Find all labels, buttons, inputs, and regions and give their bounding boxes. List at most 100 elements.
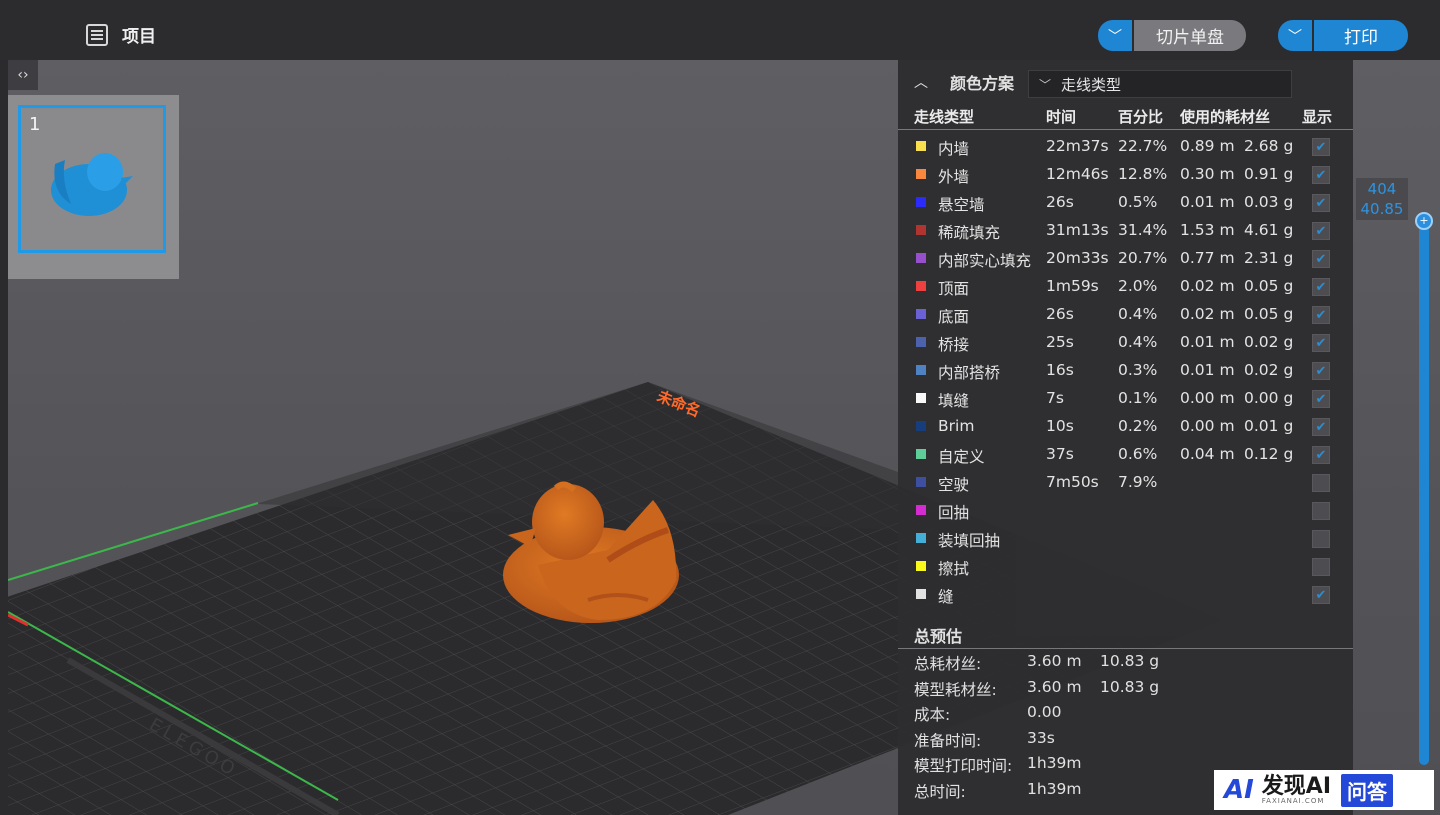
line-type-name: Brim bbox=[938, 417, 975, 435]
summary-row: 成本: 0.00 bbox=[914, 703, 1344, 728]
display-checkbox[interactable]: ✔ bbox=[1312, 418, 1330, 436]
line-type-time: 20m33s bbox=[1046, 249, 1109, 267]
legend-row: 自定义 37s 0.6% 0.04 m 0.12 g ✔ bbox=[898, 440, 1353, 468]
display-checkbox[interactable] bbox=[1312, 558, 1330, 576]
display-checkbox[interactable]: ✔ bbox=[1312, 362, 1330, 380]
summary-label: 准备时间: bbox=[914, 731, 982, 750]
line-type-time: 26s bbox=[1046, 193, 1074, 211]
color-swatch bbox=[916, 309, 926, 319]
collapse-sidebar-button[interactable]: ‹› bbox=[8, 60, 38, 90]
filament-weight: 0.02 g bbox=[1244, 361, 1294, 379]
line-type-time: 22m37s bbox=[1046, 137, 1109, 155]
chevron-up-icon[interactable]: ︿ bbox=[914, 72, 936, 92]
line-type-name: 空驶 bbox=[938, 476, 970, 494]
legend-row: 空驶 7m50s 7.9% bbox=[898, 468, 1353, 496]
line-type-time: 37s bbox=[1046, 445, 1074, 463]
check-icon: ✔ bbox=[1315, 279, 1327, 295]
summary-value-1: 1h39m bbox=[1027, 779, 1082, 798]
chevron-left-right-icon: ‹› bbox=[17, 67, 29, 83]
filament-weight: 0.05 g bbox=[1244, 305, 1294, 323]
summary-label: 模型打印时间: bbox=[914, 757, 1013, 775]
filament-weight: 4.61 g bbox=[1244, 221, 1294, 239]
watermark-subtitle: FAXIANAI.COM bbox=[1261, 796, 1325, 805]
plate-thumbnail-panel: 1 bbox=[8, 95, 179, 279]
display-checkbox[interactable]: ✔ bbox=[1312, 166, 1330, 184]
display-checkbox[interactable]: ✔ bbox=[1312, 222, 1330, 240]
display-checkbox[interactable]: ✔ bbox=[1312, 306, 1330, 324]
display-checkbox[interactable]: ✔ bbox=[1312, 390, 1330, 408]
color-swatch bbox=[916, 253, 926, 263]
summary-row: 总耗材丝: 3.60 m 10.83 g bbox=[914, 652, 1344, 677]
filament-length: 0.01 m bbox=[1180, 333, 1235, 351]
summary-title: 总预估 bbox=[914, 627, 963, 646]
filament-length: 0.01 m bbox=[1180, 193, 1235, 211]
display-checkbox[interactable]: ✔ bbox=[1312, 446, 1330, 464]
plate-thumbnail[interactable]: 1 bbox=[18, 105, 166, 253]
color-swatch bbox=[916, 449, 926, 459]
color-swatch bbox=[916, 505, 926, 515]
display-checkbox[interactable] bbox=[1312, 502, 1330, 520]
line-type-name: 外墙 bbox=[938, 168, 970, 186]
col-line-type: 走线类型 bbox=[914, 108, 975, 126]
color-swatch bbox=[916, 197, 926, 207]
line-type-name: 悬空墙 bbox=[938, 196, 985, 214]
legend-row: 悬空墙 26s 0.5% 0.01 m 0.03 g ✔ bbox=[898, 188, 1353, 216]
filament-weight: 0.01 g bbox=[1244, 417, 1294, 435]
line-type-percent: 0.6% bbox=[1118, 445, 1158, 463]
check-icon: ✔ bbox=[1315, 167, 1327, 183]
slice-dropdown-button[interactable]: ﹀ bbox=[1098, 20, 1132, 51]
line-type-percent: 2.0% bbox=[1118, 277, 1158, 295]
filament-weight: 0.00 g bbox=[1244, 389, 1294, 407]
header-divider bbox=[898, 129, 1353, 130]
watermark-title: 发现AI bbox=[1261, 773, 1332, 799]
check-icon: ✔ bbox=[1315, 447, 1327, 463]
display-checkbox[interactable]: ✔ bbox=[1312, 250, 1330, 268]
summary-value-1: 3.60 m bbox=[1027, 677, 1082, 696]
filament-length: 0.00 m bbox=[1180, 389, 1235, 407]
legend-row: Brim 10s 0.2% 0.00 m 0.01 g ✔ bbox=[898, 412, 1353, 440]
display-checkbox[interactable]: ✔ bbox=[1312, 138, 1330, 156]
display-checkbox[interactable] bbox=[1312, 530, 1330, 548]
line-type-name: 擦拭 bbox=[938, 560, 970, 578]
display-checkbox[interactable]: ✔ bbox=[1312, 586, 1330, 604]
filament-length: 0.30 m bbox=[1180, 165, 1235, 183]
col-display: 显示 bbox=[1302, 108, 1333, 126]
print-button-group: ﹀ 打印 bbox=[1278, 20, 1408, 51]
summary-value-1: 1h39m bbox=[1027, 754, 1082, 772]
display-checkbox[interactable] bbox=[1312, 474, 1330, 492]
slice-plate-button[interactable]: 切片单盘 bbox=[1134, 20, 1246, 51]
summary-row: 模型耗材丝: 3.60 m 10.83 g bbox=[914, 678, 1344, 703]
project-tab[interactable]: 项目 bbox=[86, 22, 156, 47]
legend-row: 外墙 12m46s 12.8% 0.30 m 0.91 g ✔ bbox=[898, 160, 1353, 188]
summary-value-1: 0.00 bbox=[1027, 703, 1062, 721]
layer-slider-handle[interactable]: + bbox=[1415, 212, 1433, 230]
summary-label: 总耗材丝: bbox=[914, 655, 982, 673]
display-checkbox[interactable]: ✔ bbox=[1312, 278, 1330, 296]
summary-divider bbox=[898, 648, 1353, 649]
filament-length: 0.02 m bbox=[1180, 305, 1235, 323]
color-swatch bbox=[916, 533, 926, 543]
line-type-time: 25s bbox=[1046, 333, 1074, 351]
summary-value-1: 3.60 m bbox=[1027, 652, 1082, 670]
color-swatch bbox=[916, 421, 926, 431]
color-swatch bbox=[916, 225, 926, 235]
layer-slider-track[interactable] bbox=[1419, 220, 1429, 765]
color-swatch bbox=[916, 477, 926, 487]
filament-weight: 2.31 g bbox=[1244, 249, 1294, 267]
filament-weight: 0.05 g bbox=[1244, 277, 1294, 295]
line-type-percent: 22.7% bbox=[1118, 137, 1168, 155]
print-button[interactable]: 打印 bbox=[1314, 20, 1408, 51]
line-type-percent: 0.4% bbox=[1118, 333, 1158, 351]
line-type-percent: 20.7% bbox=[1118, 249, 1168, 267]
line-type-time: 16s bbox=[1046, 361, 1074, 379]
filament-weight: 0.12 g bbox=[1244, 445, 1294, 463]
duck-thumbnail-image bbox=[51, 153, 133, 216]
filament-weight: 0.91 g bbox=[1244, 165, 1294, 183]
check-icon: ✔ bbox=[1315, 139, 1327, 155]
line-type-name: 内墙 bbox=[938, 140, 970, 158]
legend-row: 稀疏填充 31m13s 31.4% 1.53 m 4.61 g ✔ bbox=[898, 216, 1353, 244]
display-checkbox[interactable]: ✔ bbox=[1312, 194, 1330, 212]
display-checkbox[interactable]: ✔ bbox=[1312, 334, 1330, 352]
color-scheme-select[interactable]: ﹀ 走线类型 bbox=[1028, 70, 1292, 98]
print-dropdown-button[interactable]: ﹀ bbox=[1278, 20, 1312, 51]
